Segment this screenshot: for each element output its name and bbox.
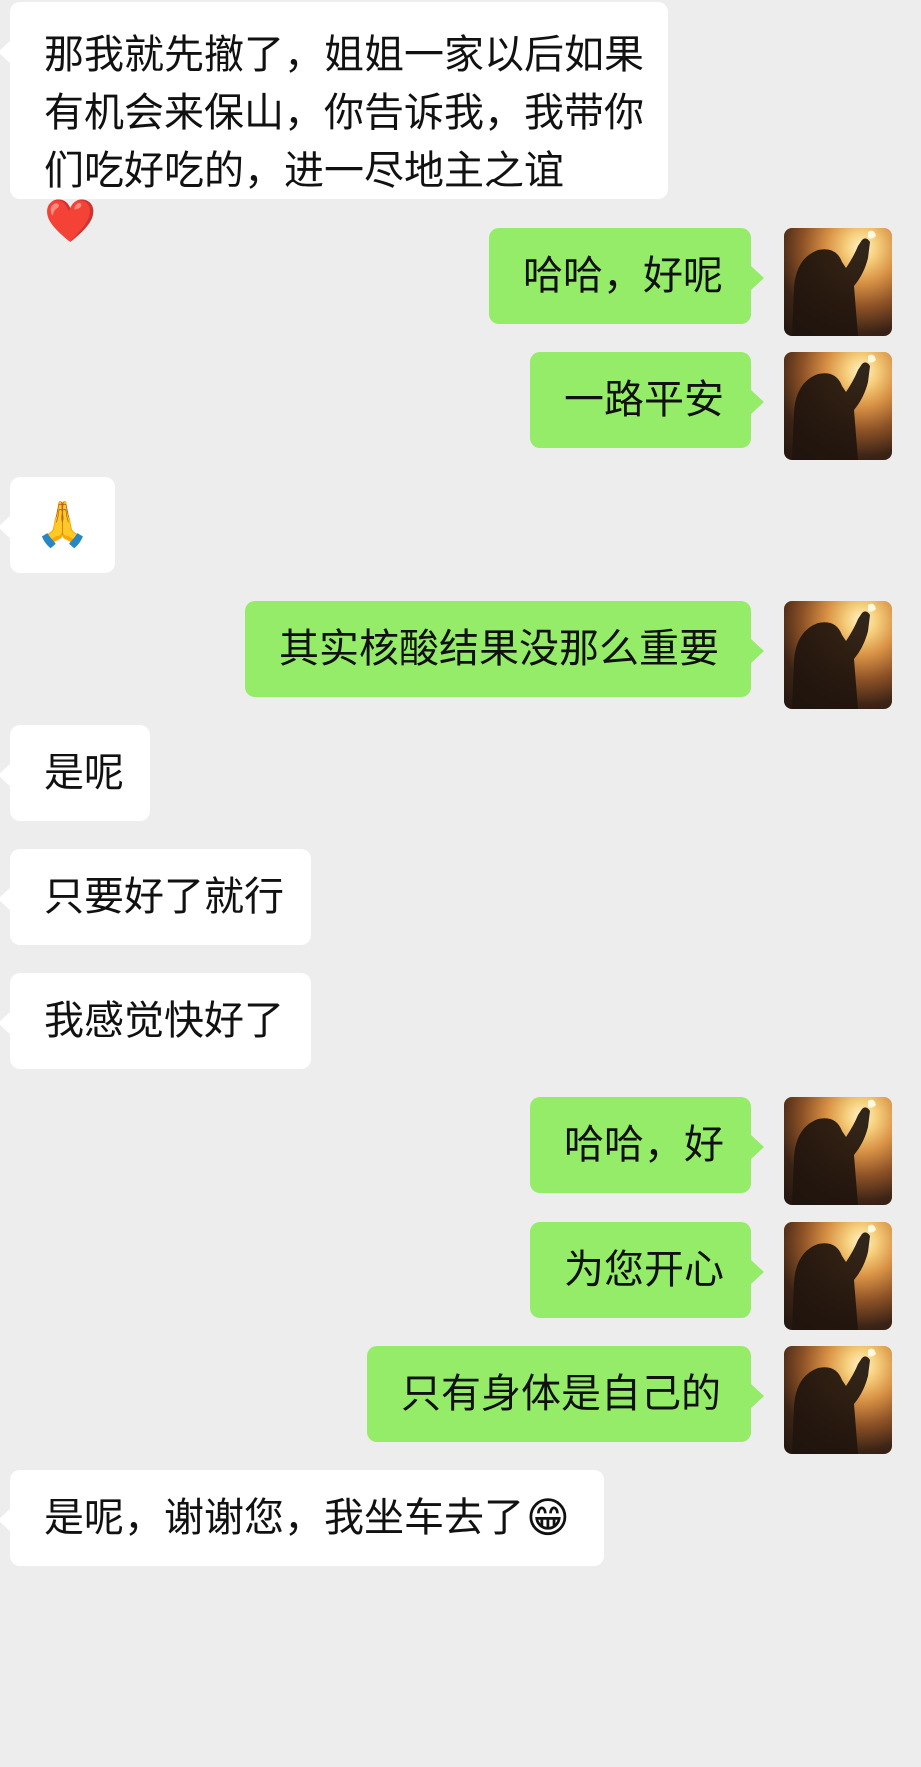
outgoing-message-bubble[interactable]: 哈哈，好 — [530, 1097, 764, 1193]
message-text: 其实核酸结果没那么重要 — [279, 626, 719, 672]
avatar-silhouette-icon — [792, 230, 876, 336]
message-text: 只有身体是自己的 — [401, 1371, 721, 1417]
outgoing-message-bubble[interactable]: 一路平安 — [530, 352, 764, 448]
message-text: 是呢 — [44, 750, 124, 796]
user-avatar[interactable] — [784, 601, 892, 709]
user-avatar[interactable] — [784, 1097, 892, 1205]
user-avatar[interactable] — [784, 352, 892, 460]
message-text: 是呢，谢谢您，我坐车去了 — [44, 1495, 524, 1541]
outgoing-message-bubble[interactable]: 其实核酸结果没那么重要 — [245, 601, 764, 697]
incoming-message-bubble[interactable]: 只要好了就行 — [0, 849, 311, 945]
message-text: 只要好了就行 — [44, 874, 284, 920]
message-text: 那我就先撤了，姐姐一家以后如果 有机会来保山，你告诉我，我带你 们吃好吃的，进一… — [44, 32, 644, 245]
user-avatar[interactable] — [784, 1346, 892, 1454]
incoming-message-bubble[interactable]: 是呢 — [0, 725, 150, 821]
grinning-face-emoji-icon: 😁 — [526, 1493, 570, 1542]
avatar-silhouette-icon — [792, 354, 876, 460]
outgoing-message-bubble[interactable]: 只有身体是自己的 — [367, 1346, 764, 1442]
incoming-message-bubble[interactable]: 我感觉快好了 — [0, 973, 311, 1069]
incoming-message-bubble[interactable]: 那我就先撤了，姐姐一家以后如果 有机会来保山，你告诉我，我带你 们吃好吃的，进一… — [0, 2, 668, 242]
outgoing-message-bubble[interactable]: 哈哈，好呢 — [489, 228, 764, 324]
user-avatar[interactable] — [784, 228, 892, 336]
message-text: 哈哈，好呢 — [523, 253, 723, 299]
message-text: 哈哈，好 — [564, 1122, 724, 1168]
avatar-silhouette-icon — [792, 1348, 876, 1454]
message-text: 为您开心 — [564, 1247, 724, 1293]
avatar-silhouette-icon — [792, 603, 876, 709]
outgoing-message-bubble[interactable]: 为您开心 — [530, 1222, 764, 1318]
avatar-silhouette-icon — [792, 1099, 876, 1205]
incoming-message-bubble[interactable]: 🙏 — [0, 477, 115, 573]
prayer-hands-emoji-icon: 🙏 — [35, 499, 90, 550]
message-text: 我感觉快好了 — [44, 998, 284, 1044]
avatar-silhouette-icon — [792, 1224, 876, 1330]
incoming-message-bubble[interactable]: 是呢，谢谢您，我坐车去了 😁 — [0, 1470, 604, 1566]
message-text: 一路平安 — [564, 377, 724, 423]
user-avatar[interactable] — [784, 1222, 892, 1330]
